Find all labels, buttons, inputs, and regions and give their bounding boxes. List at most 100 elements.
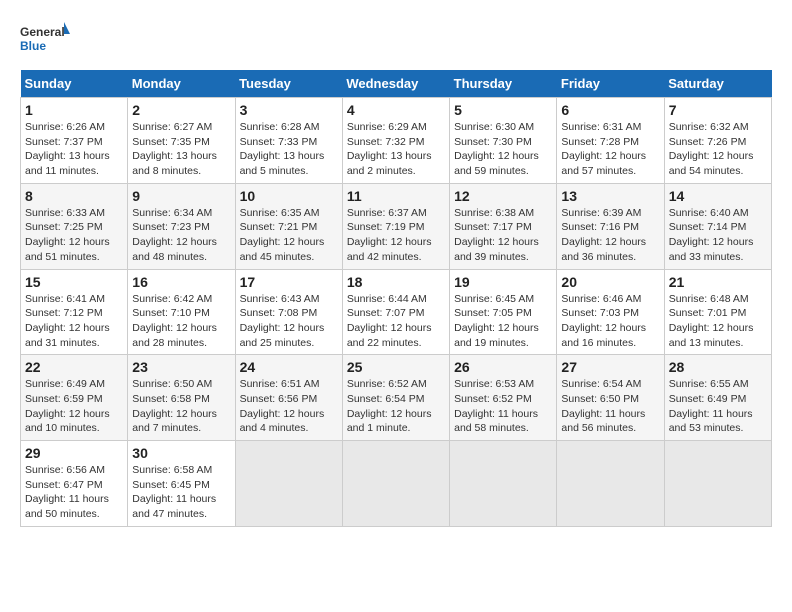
- calendar-cell: 22 Sunrise: 6:49 AM Sunset: 6:59 PM Dayl…: [21, 355, 128, 441]
- day-number: 10: [240, 188, 338, 204]
- day-header-wednesday: Wednesday: [342, 70, 449, 98]
- calendar-cell: 29 Sunrise: 6:56 AM Sunset: 6:47 PM Dayl…: [21, 441, 128, 527]
- calendar-cell: 7 Sunrise: 6:32 AM Sunset: 7:26 PM Dayli…: [664, 98, 771, 184]
- day-number: 19: [454, 274, 552, 290]
- calendar-cell: [450, 441, 557, 527]
- header: General Blue: [20, 20, 772, 60]
- day-number: 16: [132, 274, 230, 290]
- day-number: 20: [561, 274, 659, 290]
- logo-svg: General Blue: [20, 20, 70, 60]
- day-number: 17: [240, 274, 338, 290]
- day-info: Sunrise: 6:40 AM Sunset: 7:14 PM Dayligh…: [669, 206, 767, 265]
- day-number: 25: [347, 359, 445, 375]
- calendar-cell: [664, 441, 771, 527]
- day-info: Sunrise: 6:53 AM Sunset: 6:52 PM Dayligh…: [454, 377, 552, 436]
- day-number: 27: [561, 359, 659, 375]
- day-number: 22: [25, 359, 123, 375]
- week-row-1: 1 Sunrise: 6:26 AM Sunset: 7:37 PM Dayli…: [21, 98, 772, 184]
- week-row-5: 29 Sunrise: 6:56 AM Sunset: 6:47 PM Dayl…: [21, 441, 772, 527]
- day-number: 30: [132, 445, 230, 461]
- header-row: SundayMondayTuesdayWednesdayThursdayFrid…: [21, 70, 772, 98]
- day-info: Sunrise: 6:37 AM Sunset: 7:19 PM Dayligh…: [347, 206, 445, 265]
- day-header-saturday: Saturday: [664, 70, 771, 98]
- day-header-thursday: Thursday: [450, 70, 557, 98]
- calendar-cell: 14 Sunrise: 6:40 AM Sunset: 7:14 PM Dayl…: [664, 183, 771, 269]
- day-info: Sunrise: 6:31 AM Sunset: 7:28 PM Dayligh…: [561, 120, 659, 179]
- day-number: 4: [347, 102, 445, 118]
- day-number: 2: [132, 102, 230, 118]
- calendar-cell: 11 Sunrise: 6:37 AM Sunset: 7:19 PM Dayl…: [342, 183, 449, 269]
- day-info: Sunrise: 6:56 AM Sunset: 6:47 PM Dayligh…: [25, 463, 123, 522]
- day-info: Sunrise: 6:46 AM Sunset: 7:03 PM Dayligh…: [561, 292, 659, 351]
- calendar-cell: 20 Sunrise: 6:46 AM Sunset: 7:03 PM Dayl…: [557, 269, 664, 355]
- day-number: 3: [240, 102, 338, 118]
- day-number: 6: [561, 102, 659, 118]
- day-header-tuesday: Tuesday: [235, 70, 342, 98]
- week-row-2: 8 Sunrise: 6:33 AM Sunset: 7:25 PM Dayli…: [21, 183, 772, 269]
- day-number: 24: [240, 359, 338, 375]
- day-info: Sunrise: 6:41 AM Sunset: 7:12 PM Dayligh…: [25, 292, 123, 351]
- calendar-cell: 23 Sunrise: 6:50 AM Sunset: 6:58 PM Dayl…: [128, 355, 235, 441]
- calendar-cell: 19 Sunrise: 6:45 AM Sunset: 7:05 PM Dayl…: [450, 269, 557, 355]
- calendar-cell: 9 Sunrise: 6:34 AM Sunset: 7:23 PM Dayli…: [128, 183, 235, 269]
- day-number: 9: [132, 188, 230, 204]
- day-number: 12: [454, 188, 552, 204]
- day-header-friday: Friday: [557, 70, 664, 98]
- day-info: Sunrise: 6:49 AM Sunset: 6:59 PM Dayligh…: [25, 377, 123, 436]
- day-info: Sunrise: 6:35 AM Sunset: 7:21 PM Dayligh…: [240, 206, 338, 265]
- day-info: Sunrise: 6:48 AM Sunset: 7:01 PM Dayligh…: [669, 292, 767, 351]
- calendar-cell: 18 Sunrise: 6:44 AM Sunset: 7:07 PM Dayl…: [342, 269, 449, 355]
- calendar-cell: 25 Sunrise: 6:52 AM Sunset: 6:54 PM Dayl…: [342, 355, 449, 441]
- day-info: Sunrise: 6:52 AM Sunset: 6:54 PM Dayligh…: [347, 377, 445, 436]
- calendar-cell: 6 Sunrise: 6:31 AM Sunset: 7:28 PM Dayli…: [557, 98, 664, 184]
- calendar-cell: 1 Sunrise: 6:26 AM Sunset: 7:37 PM Dayli…: [21, 98, 128, 184]
- calendar-cell: 30 Sunrise: 6:58 AM Sunset: 6:45 PM Dayl…: [128, 441, 235, 527]
- calendar-cell: 8 Sunrise: 6:33 AM Sunset: 7:25 PM Dayli…: [21, 183, 128, 269]
- calendar-cell: 5 Sunrise: 6:30 AM Sunset: 7:30 PM Dayli…: [450, 98, 557, 184]
- calendar-cell: 10 Sunrise: 6:35 AM Sunset: 7:21 PM Dayl…: [235, 183, 342, 269]
- calendar-cell: 3 Sunrise: 6:28 AM Sunset: 7:33 PM Dayli…: [235, 98, 342, 184]
- day-number: 15: [25, 274, 123, 290]
- calendar-cell: 26 Sunrise: 6:53 AM Sunset: 6:52 PM Dayl…: [450, 355, 557, 441]
- svg-text:General: General: [20, 25, 65, 39]
- calendar-cell: [342, 441, 449, 527]
- calendar-cell: [235, 441, 342, 527]
- day-number: 23: [132, 359, 230, 375]
- svg-text:Blue: Blue: [20, 39, 46, 53]
- day-info: Sunrise: 6:32 AM Sunset: 7:26 PM Dayligh…: [669, 120, 767, 179]
- calendar-cell: 15 Sunrise: 6:41 AM Sunset: 7:12 PM Dayl…: [21, 269, 128, 355]
- calendar-table: SundayMondayTuesdayWednesdayThursdayFrid…: [20, 70, 772, 527]
- calendar-cell: 2 Sunrise: 6:27 AM Sunset: 7:35 PM Dayli…: [128, 98, 235, 184]
- day-info: Sunrise: 6:58 AM Sunset: 6:45 PM Dayligh…: [132, 463, 230, 522]
- calendar-cell: 4 Sunrise: 6:29 AM Sunset: 7:32 PM Dayli…: [342, 98, 449, 184]
- calendar-cell: [557, 441, 664, 527]
- day-info: Sunrise: 6:27 AM Sunset: 7:35 PM Dayligh…: [132, 120, 230, 179]
- day-header-sunday: Sunday: [21, 70, 128, 98]
- day-number: 18: [347, 274, 445, 290]
- day-info: Sunrise: 6:34 AM Sunset: 7:23 PM Dayligh…: [132, 206, 230, 265]
- week-row-4: 22 Sunrise: 6:49 AM Sunset: 6:59 PM Dayl…: [21, 355, 772, 441]
- day-number: 1: [25, 102, 123, 118]
- calendar-cell: 21 Sunrise: 6:48 AM Sunset: 7:01 PM Dayl…: [664, 269, 771, 355]
- day-info: Sunrise: 6:38 AM Sunset: 7:17 PM Dayligh…: [454, 206, 552, 265]
- calendar-cell: 16 Sunrise: 6:42 AM Sunset: 7:10 PM Dayl…: [128, 269, 235, 355]
- day-info: Sunrise: 6:33 AM Sunset: 7:25 PM Dayligh…: [25, 206, 123, 265]
- day-number: 13: [561, 188, 659, 204]
- day-info: Sunrise: 6:28 AM Sunset: 7:33 PM Dayligh…: [240, 120, 338, 179]
- day-number: 8: [25, 188, 123, 204]
- day-header-monday: Monday: [128, 70, 235, 98]
- day-number: 5: [454, 102, 552, 118]
- day-info: Sunrise: 6:39 AM Sunset: 7:16 PM Dayligh…: [561, 206, 659, 265]
- day-number: 29: [25, 445, 123, 461]
- day-number: 14: [669, 188, 767, 204]
- day-info: Sunrise: 6:54 AM Sunset: 6:50 PM Dayligh…: [561, 377, 659, 436]
- calendar-cell: 27 Sunrise: 6:54 AM Sunset: 6:50 PM Dayl…: [557, 355, 664, 441]
- day-info: Sunrise: 6:45 AM Sunset: 7:05 PM Dayligh…: [454, 292, 552, 351]
- calendar-cell: 28 Sunrise: 6:55 AM Sunset: 6:49 PM Dayl…: [664, 355, 771, 441]
- calendar-cell: 24 Sunrise: 6:51 AM Sunset: 6:56 PM Dayl…: [235, 355, 342, 441]
- day-info: Sunrise: 6:51 AM Sunset: 6:56 PM Dayligh…: [240, 377, 338, 436]
- calendar-cell: 17 Sunrise: 6:43 AM Sunset: 7:08 PM Dayl…: [235, 269, 342, 355]
- day-number: 26: [454, 359, 552, 375]
- day-info: Sunrise: 6:30 AM Sunset: 7:30 PM Dayligh…: [454, 120, 552, 179]
- day-info: Sunrise: 6:43 AM Sunset: 7:08 PM Dayligh…: [240, 292, 338, 351]
